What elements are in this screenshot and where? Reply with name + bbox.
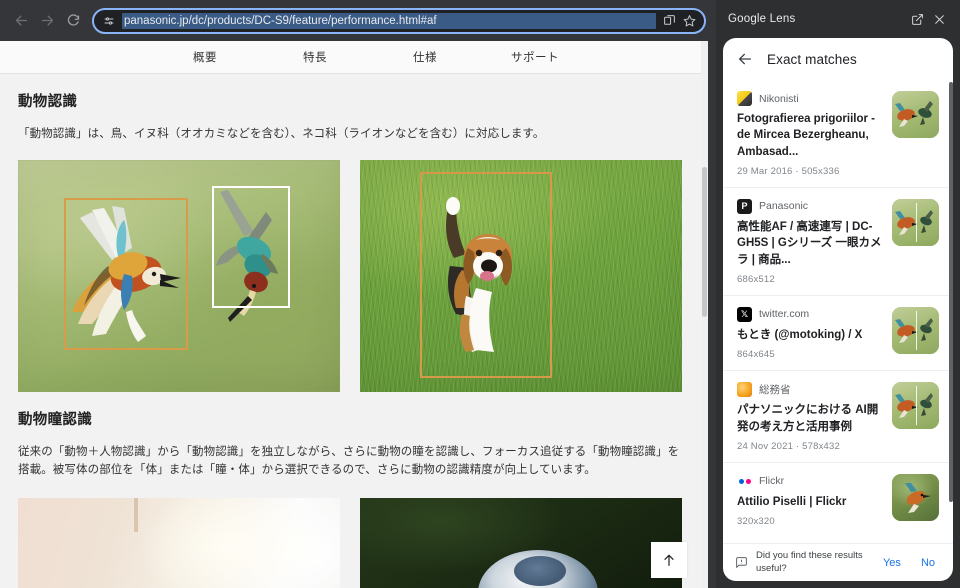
lens-panel-title: Google Lens [728,13,906,25]
soumu-icon [737,382,752,397]
result-source: Nikonisti [737,91,884,106]
result-source-name: Nikonisti [759,93,799,105]
photo-vignette [18,160,340,392]
result-meta: 24 Nov 2021 · 578x432 [737,441,884,452]
feedback-icon [735,556,748,569]
feedback-question: Did you find these results useful? [756,550,869,576]
image-row-animal-eye-detection [18,498,690,588]
photo-bee-eaters [18,160,340,392]
thumbnail-image [892,382,939,429]
close-icon[interactable] [928,8,950,30]
result-meta: 29 Mar 2016 · 505x336 [737,166,884,177]
section-title-animal-eye-detection: 動物瞳認識 [18,408,690,429]
result-source-name: Panasonic [759,200,808,212]
result-meta: 320x320 [737,516,884,527]
panel-scrollbar[interactable] [949,82,953,581]
open-in-new-icon[interactable] [906,8,928,30]
result-source-name: twitter.com [759,308,809,320]
page-content: 動物認識 「動物認識」は、鳥、イヌ科（オオカミなどを含む）、ネコ科（ライオンなど… [0,90,708,588]
nav-item-support[interactable]: サポート [480,49,590,65]
feedback-yes-button[interactable]: Yes [877,557,907,569]
google-lens-panel: Google Lens Exact matches [716,0,960,588]
photo-vignette [360,160,682,392]
lens-results-card: Exact matches Nikonisti Fotografierea pr… [723,38,953,581]
thumbnail-image [892,307,939,354]
web-page: 概要 特長 仕様 サポート 動物認識 「動物認識」は、鳥、イヌ科（オオカミなどを… [0,41,708,588]
result-source: P Panasonic [737,199,884,214]
scroll-to-top-button[interactable] [651,542,687,578]
thumbnail-image [892,91,939,138]
url-text[interactable]: panasonic.jp/dc/products/DC-S9/feature/p… [122,13,656,29]
page-scrollbar-thumb[interactable] [702,167,707,317]
list-item[interactable]: Nikonisti Fotografierea prigoriilor - de… [723,80,953,188]
result-source-name: Flickr [759,475,784,487]
photo-beagle [360,160,682,392]
result-thumbnail[interactable] [892,91,939,138]
result-text-block: 総務省 パナソニックにおける AI開発の考え方と活用事例 24 Nov 2021… [737,382,884,452]
panel-scrollbar-thumb[interactable] [949,82,953,502]
nav-item-overview[interactable]: 概要 [150,49,260,65]
site-settings-icon[interactable] [103,15,115,27]
result-text-block: 𝕏 twitter.com もとき (@motoking) / X 864x64… [737,307,884,360]
result-text-block: P Panasonic 高性能AF / 高速連写 | DC-GH5S | Gシリ… [737,199,884,285]
image-row-animal-detection [18,160,690,392]
lens-panel-header: Google Lens [716,0,960,38]
lens-results-header: Exact matches [723,38,953,80]
browser-toolbar: panasonic.jp/dc/products/DC-S9/feature/p… [0,0,716,41]
section-title-animal-detection: 動物認識 [18,90,690,111]
list-item[interactable]: 総務省 パナソニックにおける AI開発の考え方と活用事例 24 Nov 2021… [723,371,953,463]
photo-bird-head [360,498,682,588]
feedback-no-button[interactable]: No [915,557,941,569]
list-item[interactable]: 𝕏 twitter.com もとき (@motoking) / X 864x64… [723,296,953,371]
nikonisti-icon [737,91,752,106]
thumbnail-image [892,199,939,246]
result-source: 𝕏 twitter.com [737,307,884,322]
reload-icon [66,13,81,28]
result-text-block: Flickr Attilio Piselli | Flickr 320x320 [737,474,884,527]
flickr-icon [737,474,752,489]
list-item[interactable]: Flickr Attilio Piselli | Flickr 320x320 [723,463,953,537]
x-icon: 𝕏 [737,307,752,322]
reload-button[interactable] [60,8,86,34]
nav-item-features[interactable]: 特長 [260,49,370,65]
nav-item-specs[interactable]: 仕様 [370,49,480,65]
back-button[interactable] [8,8,34,34]
arrow-right-icon [40,13,55,28]
split-screen-icon[interactable] [663,14,676,27]
exact-matches-title: Exact matches [767,52,857,67]
section-body-animal-eye-detection: 従来の「動物＋人物認識」から「動物認識」を独立しながら、さらに動物の瞳を認識し、… [18,443,690,480]
forward-button[interactable] [34,8,60,34]
panasonic-icon: P [737,199,752,214]
bookmark-star-icon[interactable] [683,14,696,27]
back-arrow-icon[interactable] [737,51,753,67]
result-thumbnail[interactable] [892,199,939,246]
result-text-block: Nikonisti Fotografierea prigoriilor - de… [737,91,884,177]
section-body-animal-detection: 「動物認識」は、鳥、イヌ科（オオカミなどを含む）、ネコ科（ライオンなどを含む）に… [18,125,690,144]
photo-indoor-scene [18,498,340,588]
feedback-bar: Did you find these results useful? Yes N… [723,543,953,581]
lens-results-list[interactable]: Nikonisti Fotografierea prigoriilor - de… [723,80,953,543]
address-bar[interactable]: panasonic.jp/dc/products/DC-S9/feature/p… [92,8,706,34]
result-meta: 864x645 [737,349,884,360]
result-title[interactable]: Attilio Piselli | Flickr [737,494,884,510]
browser-window: panasonic.jp/dc/products/DC-S9/feature/p… [0,0,960,588]
result-thumbnail[interactable] [892,307,939,354]
arrow-left-icon [14,13,29,28]
list-item[interactable]: P Panasonic 高性能AF / 高速連写 | DC-GH5S | Gシリ… [723,188,953,296]
result-meta: 686x512 [737,274,884,285]
result-title[interactable]: Fotografierea prigoriilor - de Mircea Be… [737,111,884,160]
site-navigation: 概要 特長 仕様 サポート [0,41,708,74]
result-source-name: 総務省 [759,382,791,397]
arrow-up-icon [661,552,677,568]
result-title[interactable]: 高性能AF / 高速連写 | DC-GH5S | Gシリーズ 一眼カメラ | 商… [737,219,884,268]
result-title[interactable]: もとき (@motoking) / X [737,327,884,343]
result-thumbnail[interactable] [892,382,939,429]
result-thumbnail[interactable] [892,474,939,521]
photo-background [18,498,340,588]
result-source: Flickr [737,474,884,489]
result-source: 総務省 [737,382,884,397]
page-scrollbar[interactable] [701,41,708,588]
result-title[interactable]: パナソニックにおける AI開発の考え方と活用事例 [737,402,884,435]
